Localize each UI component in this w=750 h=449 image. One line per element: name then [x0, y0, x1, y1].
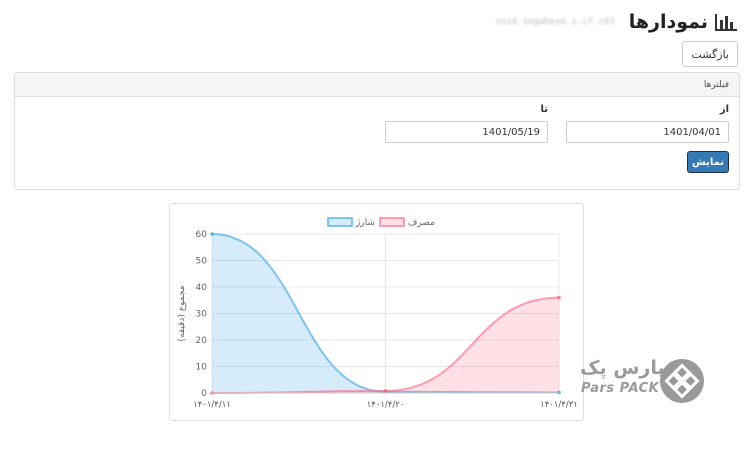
y-tick-label: 20 [196, 336, 208, 346]
page-subtitle: void.segwheye.s.cf.c93 [495, 17, 615, 27]
y-tick-label: 0 [201, 389, 207, 399]
y-tick-label: 40 [196, 283, 208, 293]
logo-text-fa: پارس پک [580, 357, 665, 379]
from-label: از [719, 104, 729, 115]
parspack-logo-icon [660, 359, 704, 403]
legend-swatch-1 [379, 217, 405, 227]
y-tick-label: 30 [196, 310, 208, 320]
x-tick-label: ۱۴۰۱/۴/۱۱ [193, 400, 231, 410]
y-tick-label: 60 [196, 230, 208, 240]
to-label: تا [540, 104, 548, 115]
show-button[interactable]: نمایش [687, 151, 729, 173]
filters-panel: فیلترها از تا نمایش [14, 72, 740, 190]
y-tick-label: 10 [196, 363, 208, 373]
chart-card: 0 10 20 30 40 50 60 ۱۴۰۱/۴/۱۱ ۱۴۰۱/۴/۲۰ ۱۴۰۱/۴/۳۱… [169, 203, 584, 421]
x-tick-label: ۱۴۰۱/۴/۳۱ [540, 400, 578, 410]
area-chart: 0 10 20 30 40 50 60 ۱۴۰۱/۴/۱۱ ۱۴۰۱/۴/۲۰ ۱۴۰۱/۴/۳۱… [177, 217, 578, 410]
y-axis-label: مجموع (دقیقه) [177, 285, 187, 341]
legend-swatch-0 [327, 217, 353, 227]
x-tick-label: ۱۴۰۱/۴/۲۰ [367, 400, 405, 410]
legend-label-0: شارژ [355, 218, 375, 228]
legend-label-1: مصرف [408, 218, 435, 228]
parspack-logo: پارس پک Pars PACK [580, 355, 710, 405]
bar-chart-icon [715, 14, 737, 31]
series-point-0 [210, 232, 214, 236]
filters-panel-heading: فیلترها [15, 73, 739, 97]
series-point-1 [383, 389, 388, 393]
series-point-1 [557, 295, 561, 300]
from-date-input[interactable] [566, 121, 729, 143]
y-tick-label: 50 [196, 257, 208, 267]
to-date-input[interactable] [385, 121, 548, 143]
back-button[interactable]: بازگشت [682, 41, 738, 67]
page-title: نمودارها [628, 11, 708, 33]
logo-text-en: Pars PACK [581, 381, 660, 396]
page-header: نمودارها void.segwheye.s.cf.c93 [495, 8, 738, 36]
